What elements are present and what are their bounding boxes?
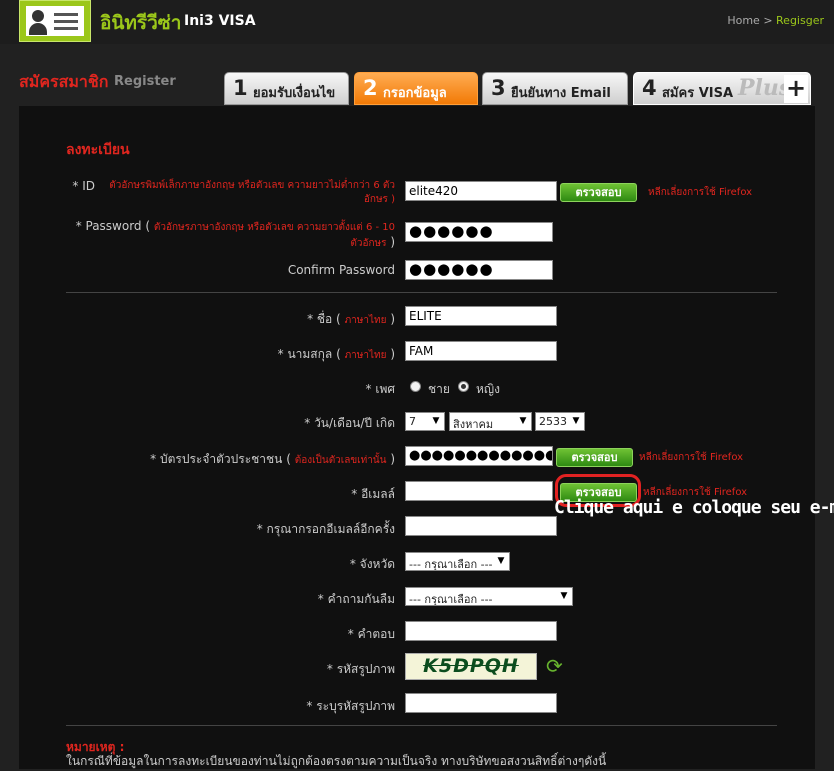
id-card-icon: [26, 6, 84, 36]
email-input[interactable]: [405, 481, 553, 501]
last-name-note: ภาษาไทย: [344, 350, 387, 361]
gender-radio-male[interactable]: [410, 381, 421, 392]
password-label: * Password (: [75, 219, 151, 233]
last-name-input[interactable]: FAM: [405, 341, 557, 361]
password-hint: ตัวอักษรภาษาอังกฤษ หรือตัวเลข ความยาวตั้…: [153, 222, 395, 249]
first-name-label-text: * ชื่อ (: [307, 312, 341, 326]
page-title: สมัครสมาชิก: [19, 72, 109, 91]
id-label: * ID: [72, 179, 95, 193]
step-number: 1: [233, 76, 248, 100]
last-name-label: * นามสกุล ( ภาษาไทย ): [278, 345, 395, 364]
answer-label: * คำตอบ: [347, 627, 395, 641]
step-tab-2[interactable]: 2 กรอกข้อมูล: [354, 72, 478, 105]
captcha-label: * รหัสรูปภาพ: [326, 662, 395, 676]
step-number: 2: [363, 76, 378, 100]
breadcrumb-separator: >: [763, 14, 773, 27]
confirm-password-input[interactable]: ●●●●●●: [405, 260, 553, 280]
citizen-id-close: ): [390, 452, 395, 466]
security-question-value: --- กรุณาเลือก ---: [409, 593, 493, 606]
captcha-input-label: * ระบุรหัสรูปภาพ: [306, 699, 395, 713]
gender-label: * เพศ: [365, 382, 395, 396]
answer-input[interactable]: [405, 621, 557, 641]
password-hint-close: ): [390, 235, 395, 249]
page-subtitle: Register: [114, 74, 176, 89]
citizen-id-input[interactable]: ●●●●●●●●●●●●●: [405, 446, 553, 466]
first-name-label: * ชื่อ ( ภาษาไทย ): [307, 310, 395, 329]
first-name-close: ): [390, 312, 395, 326]
step-tab-4[interactable]: 4 สมัคร VISA Plus! +: [633, 72, 811, 105]
divider: [66, 292, 777, 293]
captcha-input[interactable]: [405, 693, 557, 713]
brand-title-thai: อินิทรีวีซ่า: [100, 12, 182, 34]
step-label: สมัคร VISA: [662, 86, 734, 101]
chevron-down-icon: ▼: [572, 416, 580, 426]
breadcrumb-current: Regisger: [776, 14, 824, 27]
logo[interactable]: [19, 0, 91, 42]
confirm-password-label: Confirm Password: [287, 263, 395, 277]
province-value: --- กรุณาเลือก ---: [409, 558, 493, 571]
birth-year-select[interactable]: 2533 ▼: [535, 412, 585, 431]
step-label: ยอมรับเงื่อนไข: [253, 86, 336, 101]
password-input[interactable]: ●●●●●●: [405, 222, 553, 242]
breadcrumb: Home > Regisger: [727, 14, 824, 27]
id-check-button[interactable]: ตรวจสอบ: [560, 183, 637, 202]
security-question-label: * คำถามกันลืม: [317, 592, 395, 606]
citizen-id-note: ต้องเป็นตัวเลขเท่านั้น: [294, 455, 387, 466]
captcha-image: K5DPQH: [405, 653, 537, 680]
step-number: 4: [642, 76, 657, 100]
citizen-id-check-button[interactable]: ตรวจสอบ: [556, 448, 633, 467]
step-label: ยืนยันทาง Email: [511, 86, 611, 101]
gender-option-female: หญิง: [476, 382, 500, 396]
id-input[interactable]: elite420: [405, 181, 557, 201]
step-tab-1[interactable]: 1 ยอมรับเงื่อนไข: [224, 72, 349, 105]
id-browser-note: หลีกเลี่ยงการใช้ Firefox: [648, 187, 753, 198]
plus-icon: +: [784, 74, 808, 103]
step-tab-3[interactable]: 3 ยืนยันทาง Email: [482, 72, 628, 105]
email-confirm-input[interactable]: [405, 516, 557, 536]
divider: [66, 725, 777, 726]
citizen-id-label-text: * บัตรประจำตัวประชาชน (: [150, 452, 291, 466]
last-name-close: ): [390, 347, 395, 361]
annotation-text: Clique aqui e coloque seu e-mail: [554, 497, 834, 518]
province-label: * จังหวัด: [349, 557, 395, 571]
citizen-id-label: * บัตรประจำตัวประชาชน ( ต้องเป็นตัวเลขเท…: [150, 450, 395, 469]
step-label: กรอกข้อมูล: [383, 86, 447, 101]
chevron-down-icon: ▼: [519, 416, 527, 426]
id-hint: ตัวอักษรพิมพ์เล็กภาษาอังกฤษ หรือตัวเลข ค…: [109, 180, 395, 205]
gender-radio-female[interactable]: [458, 381, 469, 392]
notes-text: ในกรณีที่ข้อมูลในการลงทะเบียนของท่านไม่ถ…: [66, 754, 607, 768]
first-name-note: ภาษาไทย: [344, 315, 387, 326]
birth-month-select[interactable]: สิงหาคม ▼: [449, 412, 532, 431]
first-name-input[interactable]: ELITE: [405, 306, 557, 326]
top-bar: อินิทรีวีซ่า Ini3 VISA Home > Regisger: [0, 0, 834, 44]
birth-year-value: 2533: [539, 415, 567, 428]
email-label: * อีเมลล์: [351, 487, 395, 501]
refresh-icon[interactable]: ⟳: [546, 655, 563, 677]
section-title: ลงทะเบียน: [66, 142, 130, 158]
security-question-select[interactable]: --- กรุณาเลือก --- ▼: [405, 587, 573, 606]
birth-day-select[interactable]: 7 ▼: [405, 412, 445, 431]
chevron-down-icon: ▼: [497, 556, 505, 566]
birthdate-label: * วัน/เดือน/ปี เกิด: [304, 416, 395, 430]
brand-title-en: Ini3 VISA: [184, 13, 256, 29]
province-select[interactable]: --- กรุณาเลือก --- ▼: [405, 552, 510, 571]
last-name-label-text: * นามสกุล (: [277, 347, 341, 361]
password-label-group: * Password ( ตัวอักษรภาษาอังกฤษ หรือตัวเ…: [70, 219, 395, 251]
citizen-id-browser-note: หลีกเลี่ยงการใช้ Firefox: [639, 452, 744, 463]
gender-option-male: ชาย: [428, 382, 450, 396]
birth-day-value: 7: [409, 415, 416, 428]
chevron-down-icon: ▼: [432, 416, 440, 426]
email-confirm-label: * กรุณากรอกอีเมลล์อีกครั้ง: [256, 522, 395, 536]
chevron-down-icon: ▼: [560, 591, 568, 601]
birth-month-value: สิงหาคม: [453, 418, 494, 431]
breadcrumb-home-link[interactable]: Home: [727, 14, 759, 27]
step-number: 3: [491, 76, 506, 100]
